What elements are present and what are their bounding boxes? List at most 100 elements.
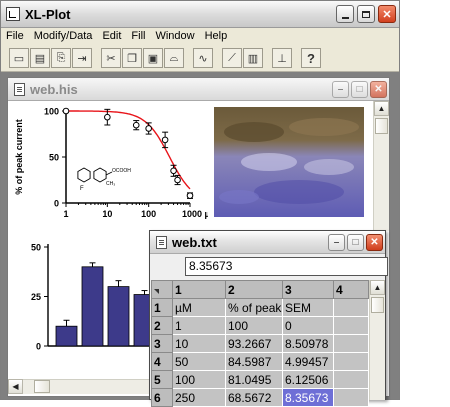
x-tick-label: 1000 µM [182,209,208,219]
sheet-minimize-button[interactable]: – [328,233,345,251]
paste-special-icon[interactable]: ⎘ [51,48,71,68]
column-header-3[interactable]: 3 [282,280,334,299]
grid-cell[interactable]: 1 [172,316,226,335]
bar [55,325,78,347]
column-header-4[interactable]: 4 [333,280,369,299]
menu-bar: File Modify/Data Edit Fill Window Help [1,27,399,45]
grid-cell[interactable]: 100 [225,316,283,335]
row-header[interactable]: 6 [151,388,173,407]
bar [81,266,104,347]
error-bar-icon[interactable]: ⊥ [272,48,292,68]
menu-modify-data[interactable]: Modify/Data [29,30,98,42]
column-header-2[interactable]: 2 [225,280,283,299]
grid-cell[interactable]: µM [172,298,226,317]
his-horizontal-scrollbar[interactable]: ◀ [8,379,153,394]
scroll-up-arrow-icon[interactable]: ▲ [374,101,389,116]
line-plot-icon[interactable]: ⟋ [222,48,242,68]
grid-cell[interactable]: 50 [172,352,226,371]
menu-help[interactable]: Help [200,30,233,42]
his-vertical-scrollbar[interactable]: ▲ [373,101,389,231]
menu-window[interactable]: Window [150,30,199,42]
cut-icon[interactable]: ✂ [101,48,121,68]
grid-cell[interactable] [333,388,369,407]
scroll-left-arrow-icon[interactable]: ◀ [8,379,23,394]
select-all-corner[interactable] [151,280,173,299]
y-tick-label: 50 [49,153,59,163]
help-icon[interactable]: ? [301,48,321,68]
new-doc-icon[interactable]: ▭ [9,48,29,68]
grid-cell[interactable] [333,298,369,317]
column-header-1[interactable]: 1 [172,280,226,299]
minimize-button[interactable] [336,5,354,23]
grid-cell[interactable]: % of peak [225,298,283,317]
scroll-up-arrow-icon[interactable]: ▲ [370,280,385,295]
formula-bar[interactable]: 8.35673 [185,257,388,276]
grid-cell[interactable]: 4.99457 [282,352,334,371]
open-doc-icon[interactable]: ▤ [30,48,50,68]
sheet-window: web.txt – □ ✕ 8.35673 1 2 3 4 1 µM% of peak SE… [149,230,388,407]
copy-icon[interactable]: ❐ [122,48,142,68]
grid-cell[interactable]: 8.50978 [282,334,334,353]
link-icon[interactable]: ⌓ [164,48,184,68]
data-point [62,107,70,115]
his-close-button[interactable]: ✕ [370,80,387,98]
row-header[interactable]: 3 [151,334,173,353]
grid-cell[interactable] [333,352,369,371]
tissue-photo [214,107,364,217]
structure-methyl: CH₃ [106,181,115,187]
row-header[interactable]: 1 [151,298,173,317]
export-icon[interactable]: ⇥ [72,48,92,68]
scroll-thumb[interactable] [375,118,388,134]
structure-fluorine: F [80,186,84,192]
sheet-maximize-button[interactable]: □ [347,233,364,251]
grid-cell[interactable]: 100 [172,370,226,389]
grid-cell[interactable]: 6.12506 [282,370,334,389]
table-row: 5 100 81.0495 6.12506 [151,370,369,389]
his-minimize-button[interactable]: – [332,80,349,98]
selected-cell[interactable]: 8.35673 [282,388,334,407]
maximize-icon [362,10,370,18]
table-row: 6 250 68.5672 8.35673 [151,388,369,407]
grid-cell[interactable]: 0 [282,316,334,335]
grid-cell[interactable] [333,370,369,389]
row-header[interactable]: 4 [151,352,173,371]
hscroll-thumb[interactable] [34,380,50,393]
data-point [104,113,111,121]
menu-edit[interactable]: Edit [97,30,126,42]
grid-cell[interactable]: 81.0495 [225,370,283,389]
bar-plot-icon[interactable]: ▥ [243,48,263,68]
data-point [170,167,177,175]
his-title-bar[interactable]: web.his – □ ✕ [8,78,389,101]
main-title-bar[interactable]: XL-Plot ✕ [1,1,399,28]
sheet-vertical-scrollbar[interactable]: ▲ [369,280,385,400]
data-point [145,125,152,132]
bar-chart: 0 25 50 [31,243,156,352]
menu-file[interactable]: File [1,30,29,42]
grid-cell[interactable] [333,334,369,353]
grid-cell[interactable]: 68.5672 [225,388,283,407]
grid-cell[interactable]: SEM [282,298,334,317]
minimize-icon [341,16,349,19]
data-point [174,176,181,184]
grid-cell[interactable] [333,316,369,335]
row-header[interactable]: 5 [151,370,173,389]
curve-fit-icon[interactable]: ∿ [193,48,213,68]
his-maximize-button[interactable]: □ [351,80,368,98]
sheet-close-button[interactable]: ✕ [366,233,383,251]
scroll-thumb[interactable] [371,297,384,313]
close-icon: ✕ [382,8,392,21]
bar-y-tick-label: 50 [31,243,41,253]
close-button[interactable]: ✕ [378,5,396,23]
grid-cell[interactable]: 84.5987 [225,352,283,371]
grid-cell[interactable]: 250 [172,388,226,407]
paste-icon[interactable]: ▣ [143,48,163,68]
grid-cell[interactable]: 10 [172,334,226,353]
maximize-button[interactable] [357,5,375,23]
grid-cell[interactable]: 93.2667 [225,334,283,353]
menu-fill[interactable]: Fill [126,30,150,42]
document-icon [156,235,167,249]
y-tick-label: 0 [54,199,59,209]
his-title: web.his [30,81,78,97]
row-header[interactable]: 2 [151,316,173,335]
sheet-title-bar[interactable]: web.txt – □ ✕ [150,231,385,254]
